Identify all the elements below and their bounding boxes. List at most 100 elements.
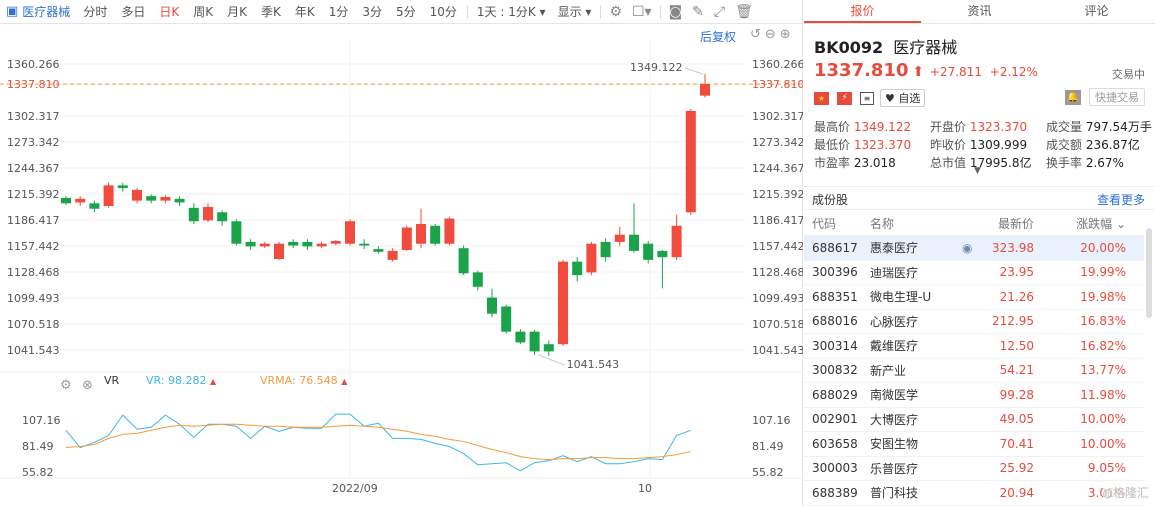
- cell-change: 19.99%: [1080, 265, 1126, 280]
- price-label-right: 1128.468: [752, 266, 803, 279]
- price-label-right: 1273.342: [752, 136, 803, 149]
- cell-code: 300832: [812, 363, 858, 378]
- vr-settings-icon[interactable]: ⚙: [60, 378, 72, 393]
- quote-tab-1[interactable]: 资讯: [921, 0, 1038, 23]
- table-row[interactable]: 300396 迪瑞医疗 23.95 19.99%: [804, 261, 1144, 285]
- table-row[interactable]: 300314 戴维医疗 12.50 16.82%: [804, 334, 1144, 359]
- candle: [671, 214, 682, 260]
- col-name[interactable]: 名称: [864, 215, 954, 232]
- table-row[interactable]: 688016 心脉医疗 212.95 16.83%: [804, 310, 1144, 334]
- table-row[interactable]: 603658 安图生物 70.41 10.00%: [804, 432, 1144, 457]
- vr-line: [65, 413, 691, 472]
- cell-code: 688617: [812, 240, 858, 255]
- cell-price: 20.94: [999, 485, 1034, 500]
- cell-change: 11.98%: [1080, 387, 1126, 402]
- stat-item: 最低价 1323.370: [814, 136, 911, 153]
- table-row[interactable]: 300832 新产业 54.21 13.77%: [804, 359, 1144, 383]
- expand-chevron-icon[interactable]: ▼: [974, 166, 981, 176]
- list-scrollbar[interactable]: [1146, 228, 1152, 318]
- stat-item: 昨收价 1309.999: [930, 136, 1027, 153]
- stat-value: 1323.370: [850, 138, 912, 152]
- candle: [558, 259, 568, 347]
- candle: [543, 340, 554, 356]
- stat-key: 昨收价: [930, 138, 967, 152]
- quote-tab-0[interactable]: 报价: [804, 0, 921, 23]
- cell-change: 20.00%: [1080, 240, 1126, 255]
- vrma-value: VRMA: 76.548 ▲: [260, 373, 348, 387]
- price-label-left: 1157.442: [7, 240, 60, 253]
- price-change: +27.811: [929, 65, 982, 79]
- vr-axis-right: 55.82: [752, 466, 784, 479]
- cell-code: 688351: [812, 289, 858, 304]
- high-annotation: 1349.122: [630, 61, 683, 74]
- price-label-left: 1337.810: [7, 78, 60, 91]
- cell-price: 12.50: [999, 338, 1034, 353]
- china-flag-icon: ★: [814, 91, 829, 105]
- candle: [132, 188, 142, 204]
- low-annotation: 1041.543: [567, 358, 620, 371]
- price-label-left: 1099.493: [7, 292, 60, 305]
- price-label-left: 1244.367: [7, 162, 60, 175]
- sector-title: BK0092 医疗器械: [814, 38, 958, 57]
- current-price: 1337.810: [814, 60, 909, 81]
- components-title: 成份股: [812, 193, 849, 207]
- cell-name: 南微医学: [870, 388, 919, 403]
- col-change[interactable]: 涨跌幅 ⌄: [1034, 215, 1130, 232]
- table-row[interactable]: 688351 微电生理-U 21.26 19.98%: [804, 285, 1144, 310]
- cell-code: 688389: [812, 485, 858, 500]
- quick-trade-button[interactable]: 快捷交易: [1089, 88, 1145, 106]
- table-row[interactable]: 688389普门科技20.943.01%: [804, 481, 1144, 506]
- candle: [614, 226, 625, 246]
- watchlist-button[interactable]: ♥ 自选: [880, 89, 926, 107]
- table-row[interactable]: 002901 大博医疗 49.05 10.00%: [804, 408, 1144, 432]
- notes-icon[interactable]: ≡: [860, 91, 874, 105]
- hot-icon[interactable]: ⚡: [837, 91, 852, 105]
- col-code[interactable]: 代码: [804, 215, 864, 232]
- cell-name: 心脉医疗: [870, 314, 919, 329]
- cell-change: 16.83%: [1080, 314, 1126, 329]
- eye-icon[interactable]: ◉: [962, 241, 972, 255]
- price-grid: [0, 40, 803, 479]
- stat-item: 成交额 236.87亿: [1046, 136, 1140, 153]
- col-price[interactable]: 最新价: [954, 215, 1034, 232]
- vr-close-icon[interactable]: ⊗: [82, 378, 93, 393]
- cell-code: 603658: [812, 436, 858, 451]
- candle: [160, 195, 171, 204]
- candle: [700, 74, 710, 98]
- candle: [487, 288, 497, 318]
- cell-price: 21.26: [999, 289, 1034, 304]
- candle: [316, 241, 327, 249]
- stat-item: 最高价 1349.122: [814, 118, 911, 135]
- time-axis: 2022/09 10: [332, 482, 652, 495]
- price-pct: +2.12%: [989, 65, 1038, 79]
- stat-value: 1309.999: [966, 138, 1028, 152]
- candle: [345, 219, 355, 246]
- cell-name: 普门科技: [870, 486, 919, 501]
- quote-tab-2[interactable]: 评论: [1038, 0, 1155, 23]
- price-label-left: 1070.518: [7, 318, 60, 331]
- price-label-right: 1186.417: [752, 214, 803, 227]
- price-label-right: 1337.810: [752, 78, 803, 91]
- cell-change: 13.77%: [1080, 363, 1126, 378]
- price-label-right: 1215.392: [752, 188, 803, 201]
- action-row: ★ ⚡ ≡ ♥ 自选: [814, 89, 926, 107]
- candle: [586, 241, 597, 276]
- cell-name: 新产业: [870, 363, 907, 378]
- stat-item: 成交量 797.54万手: [1046, 118, 1152, 135]
- stat-value: 1323.370: [966, 120, 1028, 134]
- price-label-right: 1099.493: [752, 292, 803, 305]
- candle: [217, 210, 228, 226]
- table-row[interactable]: 688617 惠泰医疗 323.98 20.00% ◉: [804, 236, 1144, 261]
- kline-chart[interactable]: 1360.266 1360.266 1337.810 1337.810 1302.317…: [0, 0, 803, 506]
- candle: [458, 245, 469, 276]
- cell-change: 19.98%: [1080, 289, 1126, 304]
- candle: [643, 241, 654, 264]
- more-link[interactable]: 查看更多: [1097, 191, 1145, 208]
- table-row[interactable]: 688029 南微医学 99.28 11.98%: [804, 383, 1144, 408]
- alert-bell-icon[interactable]: 🔔: [1065, 89, 1081, 105]
- quote-panel: 报价 资讯 评论 BK0092 医疗器械 1337.810 ⬆ +27.811 +2…: [804, 0, 1155, 506]
- table-row[interactable]: 300003 乐普医疗 25.92 9.05%: [804, 457, 1144, 481]
- stat-key: 开盘价: [930, 120, 967, 134]
- candle: [515, 328, 526, 345]
- candle: [61, 196, 71, 206]
